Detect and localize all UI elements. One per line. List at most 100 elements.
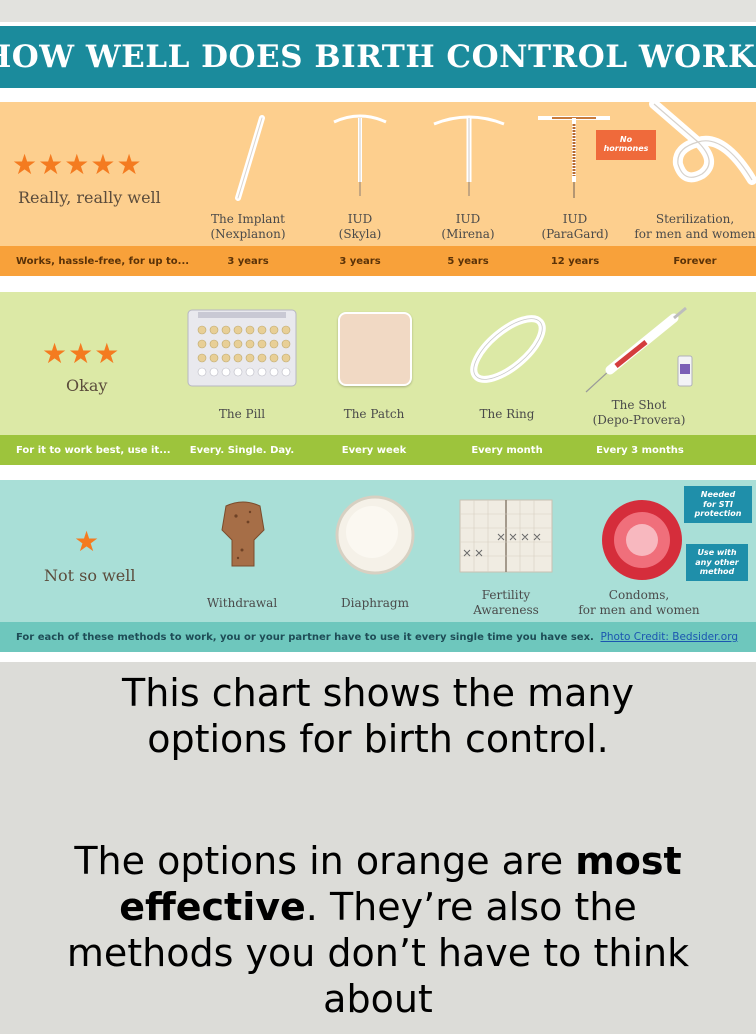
cork-icon bbox=[221, 501, 265, 567]
badge-line: Use with bbox=[697, 548, 737, 557]
item-label-shot: The Shot (Depo-Provera) bbox=[592, 398, 686, 428]
item-label-sterilization: Sterilization, for men and women bbox=[634, 212, 756, 242]
sterilization-tube-icon bbox=[649, 102, 756, 185]
no-hormones-badge: No hormones bbox=[596, 130, 656, 160]
item-label-diaphragm: Diaphragm bbox=[335, 596, 415, 611]
item-label-patch: The Patch bbox=[334, 407, 414, 422]
star-icon: ★ bbox=[90, 148, 116, 181]
item-label-pill: The Pill bbox=[202, 407, 282, 422]
item-label-fertility: Fertility Awareness bbox=[466, 588, 546, 618]
item-subname: Awareness bbox=[473, 603, 539, 617]
item-subname: (Depo-Provera) bbox=[592, 413, 686, 427]
rating-label: Okay bbox=[66, 376, 108, 395]
caption-intro-line: options for birth control. bbox=[147, 717, 609, 761]
item-label-skyla: IUD (Skyla) bbox=[320, 212, 400, 242]
item-label-mirena: IUD (Mirena) bbox=[428, 212, 508, 242]
footer-text: For each of these methods to work, you o… bbox=[16, 631, 594, 643]
use-with-other-method-badge: Use with any other method bbox=[686, 544, 748, 581]
item-name: The Implant bbox=[211, 212, 285, 226]
item-subname: (Skyla) bbox=[338, 227, 382, 241]
footer-lead: Works, hassle-free, for up to... bbox=[16, 255, 190, 267]
badge-line: hormones bbox=[603, 144, 649, 153]
tier-really-well-body: ★ ★ ★ ★ ★ Really, really well The Implan… bbox=[0, 102, 756, 246]
caption-effectiveness: The options in orange are most effective… bbox=[0, 838, 756, 1022]
star-icon: ★ bbox=[38, 148, 64, 181]
star-icon: ★ bbox=[74, 525, 100, 558]
footer-lead: For it to work best, use it... bbox=[16, 444, 171, 456]
iud-mirena-icon bbox=[433, 115, 505, 196]
badge-line: method bbox=[699, 567, 735, 576]
badge-line: No bbox=[619, 135, 633, 144]
frequency-shot: Every 3 months bbox=[596, 444, 684, 456]
item-name: Withdrawal bbox=[206, 596, 278, 610]
item-label-ring: The Ring bbox=[467, 407, 547, 422]
condom-icon bbox=[602, 500, 682, 580]
ring-icon bbox=[470, 315, 546, 383]
iud-skyla-icon bbox=[333, 114, 387, 196]
patch-icon bbox=[338, 312, 412, 386]
item-name: Diaphragm bbox=[341, 596, 409, 610]
star-icon: ★ bbox=[42, 337, 68, 370]
one-star-rating: ★ bbox=[74, 528, 99, 556]
item-name: IUD bbox=[562, 212, 588, 226]
item-name: The Ring bbox=[479, 407, 535, 421]
item-label-withdrawal: Withdrawal bbox=[202, 596, 282, 611]
duration-mirena: 5 years bbox=[447, 255, 489, 267]
item-name: Fertility bbox=[481, 588, 531, 602]
tier-not-so-well-body: ★ Not so well Withdrawal Diaphragm Ferti… bbox=[0, 480, 756, 622]
rating-label: Not so well bbox=[44, 566, 136, 585]
item-name: IUD bbox=[347, 212, 373, 226]
tier-not-so-well: ★ Not so well Withdrawal Diaphragm Ferti… bbox=[0, 480, 756, 652]
sti-protection-badge: Needed for STI protection bbox=[684, 486, 752, 523]
badge-line: Needed bbox=[700, 490, 736, 499]
tier-okay-footer: For it to work best, use it... Every. Si… bbox=[0, 435, 756, 465]
duration-sterilization: Forever bbox=[673, 255, 717, 267]
frequency-pill: Every. Single. Day. bbox=[189, 444, 295, 456]
tier-really-well-footer: Works, hassle-free, for up to... 3 years… bbox=[0, 246, 756, 276]
badge-line: for STI bbox=[703, 499, 733, 509]
duration-implant: 3 years bbox=[227, 255, 269, 267]
star-icon: ★ bbox=[68, 337, 94, 370]
badge-line: any other bbox=[695, 557, 739, 567]
item-subname: (ParaGard) bbox=[541, 227, 609, 241]
caption-intro-line: This chart shows the many bbox=[122, 671, 634, 715]
item-subname: for men and women bbox=[578, 603, 700, 617]
item-name: Condoms, bbox=[608, 588, 670, 602]
item-label-paragard: IUD (ParaGard) bbox=[535, 212, 615, 242]
rating-label: Really, really well bbox=[18, 188, 161, 207]
item-name: Sterilization, bbox=[655, 212, 735, 226]
star-icon: ★ bbox=[94, 337, 120, 370]
duration-paragard: 12 years bbox=[550, 255, 600, 267]
three-star-rating: ★ ★ ★ bbox=[42, 340, 119, 368]
badge-line: protection bbox=[694, 509, 742, 518]
item-name: The Patch bbox=[343, 407, 405, 421]
syringe-icon bbox=[585, 306, 693, 393]
item-name: The Shot bbox=[611, 398, 667, 412]
implant-icon bbox=[235, 115, 265, 201]
fertility-calendar-icon bbox=[459, 499, 553, 573]
tier-not-so-well-footer: For each of these methods to work, you o… bbox=[0, 622, 756, 652]
tier-really-well: ★ ★ ★ ★ ★ Really, really well The Implan… bbox=[0, 102, 756, 276]
star-icon: ★ bbox=[116, 148, 142, 181]
photo-credit-link[interactable]: Photo Credit: Bedsider.org bbox=[601, 631, 739, 643]
title-bar: HOW WELL DOES BIRTH CONTROL WORK? bbox=[0, 26, 756, 88]
item-subname: (Mirena) bbox=[441, 227, 495, 241]
tier-okay: ★ ★ ★ Okay The Pill The Patch The Ring T… bbox=[0, 292, 756, 465]
infographic-title: HOW WELL DOES BIRTH CONTROL WORK? bbox=[0, 39, 756, 75]
duration-skyla: 3 years bbox=[339, 255, 381, 267]
tier-okay-body: ★ ★ ★ Okay The Pill The Patch The Ring T… bbox=[0, 292, 756, 435]
birth-control-infographic: HOW WELL DOES BIRTH CONTROL WORK? ★ ★ ★ … bbox=[0, 22, 756, 662]
star-icon: ★ bbox=[12, 148, 38, 181]
top-strip bbox=[0, 0, 756, 22]
item-name: The Pill bbox=[218, 407, 266, 421]
five-star-rating: ★ ★ ★ ★ ★ bbox=[12, 151, 142, 179]
item-label-condoms: Condoms, for men and women bbox=[578, 588, 700, 618]
caption-text: The options in orange are bbox=[74, 839, 576, 883]
pill-pack-icon bbox=[187, 309, 297, 387]
frequency-ring: Every month bbox=[471, 444, 543, 456]
item-name: IUD bbox=[455, 212, 481, 226]
item-subname: (Nexplanon) bbox=[210, 227, 286, 241]
caption-intro: This chart shows the many options for bi… bbox=[0, 670, 756, 762]
item-label-implant: The Implant (Nexplanon) bbox=[200, 212, 296, 242]
star-icon: ★ bbox=[64, 148, 90, 181]
